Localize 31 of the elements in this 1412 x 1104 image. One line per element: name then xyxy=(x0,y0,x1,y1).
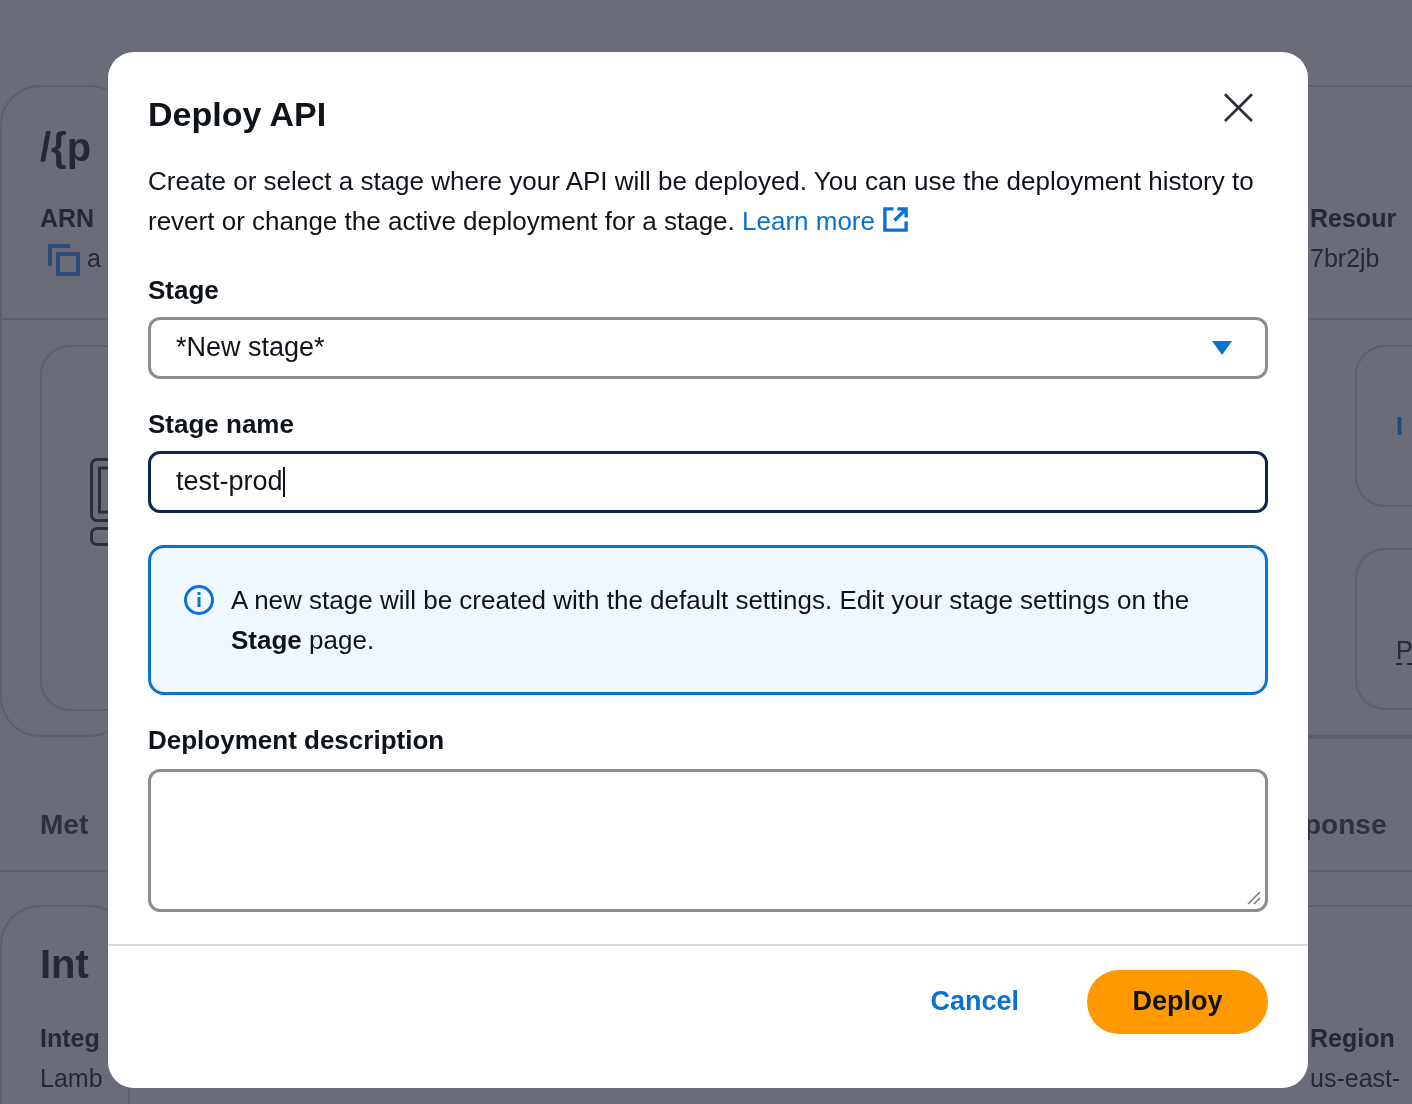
section-heading: Met xyxy=(40,811,89,839)
field-label: Deployment description xyxy=(148,724,446,755)
field-label: Region xyxy=(1310,1026,1395,1051)
alert-message: A new stage will be created with the default settings. Edit your stage settings on the Stage page. xyxy=(231,583,1191,657)
cancel-button[interactable]: Cancel xyxy=(930,986,1019,1018)
textarea-field[interactable] xyxy=(148,768,1268,912)
input-field[interactable]: test-prod xyxy=(148,450,1268,513)
field-value: us-east- xyxy=(1310,1066,1401,1091)
field-label: ARN xyxy=(40,206,95,231)
field-label: Stage xyxy=(148,274,220,305)
field-value: P xyxy=(1396,638,1412,665)
deploy-button[interactable]: Deploy xyxy=(1087,969,1268,1034)
caret-icon xyxy=(1212,340,1232,355)
resize-handle-icon[interactable] xyxy=(1247,890,1261,905)
close-button[interactable]: × xyxy=(1215,86,1262,126)
stage-select[interactable]: *New stage* xyxy=(148,316,1268,379)
field-value: a xyxy=(87,246,101,271)
field-label: Resour xyxy=(1310,206,1397,231)
field-value: 7br2jb xyxy=(1310,246,1380,271)
learn-more-link[interactable]: Learn more xyxy=(742,205,910,236)
field-label: Stage name xyxy=(148,408,295,439)
device-icon xyxy=(90,458,108,548)
info-icon xyxy=(183,583,215,616)
page-heading: Int xyxy=(40,944,89,984)
dialog-description: Create or select a stage where your API will be deployed. You can use the deployment history to revert or change the active deployment for a stage. Learn more xyxy=(148,164,1255,238)
page-heading: /{p xyxy=(40,127,92,167)
field-label: Integ xyxy=(40,1026,100,1051)
dialog-title: Deploy API xyxy=(148,94,327,135)
copy-icon[interactable] xyxy=(48,244,80,276)
external-link-icon xyxy=(882,205,910,233)
field-value: Lamb xyxy=(40,1066,103,1091)
